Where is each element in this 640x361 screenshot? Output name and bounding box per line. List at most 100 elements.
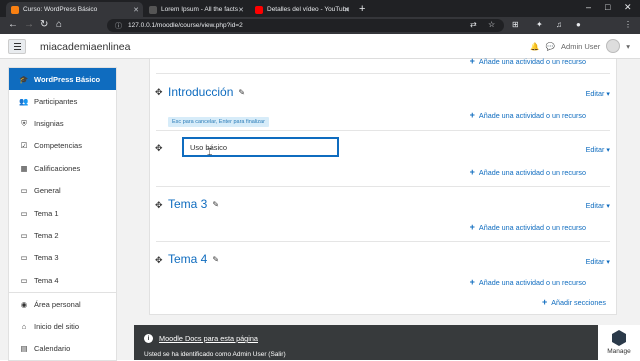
chevron-down-icon[interactable]: ▾ [626, 42, 630, 51]
translate-icon[interactable]: ⇄ [470, 20, 477, 29]
sidebar-item-label: Tema 1 [34, 208, 59, 218]
browser-menu-icon[interactable]: ⋮ [624, 20, 632, 29]
edit-menu-button[interactable]: Editar ▾ [586, 145, 610, 154]
section-name-input[interactable] [182, 137, 339, 157]
sidebar-item-participantes[interactable]: 👥 Participantes [9, 90, 116, 112]
extension-puzzle-icon[interactable]: ✦ [536, 20, 543, 29]
move-icon[interactable]: ✥ [155, 87, 163, 98]
edit-menu-button[interactable]: Editar ▾ [586, 89, 610, 98]
user-menu[interactable]: 🔔 💬 Admin User ▾ [530, 39, 630, 53]
site-info-icon[interactable]: ⓘ [115, 21, 122, 31]
sidebar-item-area-personal[interactable]: ◉ Área personal [9, 293, 116, 315]
plus-icon: + [469, 56, 475, 66]
sidebar-item-tema-1[interactable]: ▭ Tema 1 [9, 202, 116, 224]
back-icon[interactable]: ← [8, 19, 18, 30]
drawer-toggle-button[interactable] [8, 39, 26, 54]
home-icon: ⌂ [21, 322, 27, 332]
moodle-docs-label: Moodle Docs para esta página [159, 334, 258, 343]
edit-label: Editar [585, 145, 605, 154]
extensions-icon[interactable]: ⊞ [512, 20, 519, 29]
add-activity-link[interactable]: + Añade una actividad o un recurso [470, 56, 586, 66]
sidebar-item-insignias[interactable]: ⛨ Insignias [9, 112, 116, 134]
bookmark-star-icon[interactable]: ☆ [488, 20, 495, 29]
plus-icon: + [469, 277, 475, 287]
sidebar-item-label: Competencias [34, 141, 82, 151]
edit-menu-button[interactable]: Editar ▾ [586, 257, 610, 266]
sidebar-item-label: Tema 3 [34, 253, 59, 263]
user-name[interactable]: Admin User [561, 42, 600, 51]
users-icon: 👥 [19, 96, 29, 106]
sidebar-item-calificaciones[interactable]: ▦ Calificaciones [9, 157, 116, 179]
site-name[interactable]: miacademiaenlinea [40, 41, 130, 53]
plus-icon: + [469, 110, 475, 120]
sidebar-item-label: Insignias [34, 119, 64, 129]
bell-icon[interactable]: 🔔 [530, 42, 539, 51]
mouse-cursor-icon: ⌶ [207, 147, 213, 157]
messages-icon[interactable]: 💬 [546, 42, 555, 51]
media-icon[interactable]: ♫ [556, 20, 562, 29]
profile-icon[interactable]: ● [576, 20, 581, 29]
manage-widget[interactable]: Manage [598, 325, 640, 360]
folder-icon: ▭ [20, 231, 28, 241]
calendar-icon: ▤ [20, 344, 28, 354]
graduation-cap-icon: 🎓 [19, 74, 29, 84]
browser-tab-bar: Curso: WordPress Básico ✕ Lorem Ipsum - … [0, 0, 640, 17]
address-bar[interactable]: ⓘ 127.0.0.1/moodle/course/view.php?id=2 [107, 19, 504, 32]
plus-icon: + [541, 297, 548, 307]
folder-icon: ▭ [20, 275, 28, 285]
avatar[interactable] [606, 39, 621, 53]
check-square-icon: ☑ [20, 141, 28, 151]
section-title-text: Introducción [168, 85, 234, 99]
moodle-docs-link[interactable]: i Moodle Docs para esta página [144, 334, 258, 343]
sidebar-item-general[interactable]: ▭ General [9, 180, 116, 202]
sidebar-item-competencias[interactable]: ☑ Competencias [9, 135, 116, 157]
close-tab-icon[interactable]: ✕ [133, 6, 139, 14]
close-tab-icon[interactable]: ✕ [238, 6, 244, 14]
nav-drawer: 🎓 WordPress Básico 👥 Participantes ⛨ Ins… [0, 59, 134, 361]
course-nav-card: 🎓 WordPress Básico 👥 Participantes ⛨ Ins… [8, 67, 117, 293]
move-icon[interactable]: ✥ [155, 200, 163, 211]
tab-label: Curso: WordPress Básico [23, 6, 98, 13]
inline-edit-hint: Esc para cancelar, Enter para finalizar [168, 117, 269, 127]
close-tab-icon[interactable]: ✕ [344, 6, 350, 14]
new-tab-button[interactable]: + [359, 3, 365, 15]
maximize-window-icon[interactable]: □ [605, 2, 610, 12]
add-activity-link[interactable]: + Añade una actividad o un recurso [470, 277, 586, 287]
move-icon[interactable]: ✥ [155, 143, 163, 154]
browser-tab-moodle[interactable]: Curso: WordPress Básico ✕ [6, 2, 143, 17]
sidebar-item-tema-3[interactable]: ▭ Tema 3 [9, 247, 116, 269]
move-icon[interactable]: ✥ [155, 255, 163, 266]
add-activity-link[interactable]: + Añade una actividad o un recurso [470, 167, 586, 177]
pencil-icon[interactable]: ✎ [238, 88, 245, 97]
section-title-tema-4[interactable]: Tema 4 ✎ [168, 252, 219, 266]
edit-menu-button[interactable]: Editar ▾ [586, 201, 610, 210]
sidebar-item-inicio-del-sitio[interactable]: ⌂ Inicio del sitio [9, 315, 116, 337]
add-sections-button[interactable]: + Añadir secciones [542, 297, 606, 307]
minimize-window-icon[interactable]: – [586, 2, 591, 12]
sidebar-item-tema-2[interactable]: ▭ Tema 2 [9, 224, 116, 246]
sidebar-item-label: Inicio del sitio [34, 322, 80, 332]
pencil-icon[interactable]: ✎ [212, 255, 219, 264]
folder-icon: ▭ [20, 253, 28, 263]
section-title-tema-3[interactable]: Tema 3 ✎ [168, 197, 219, 211]
shield-icon: ⛨ [21, 118, 27, 128]
add-activity-link[interactable]: + Añade una actividad o un recurso [470, 222, 586, 232]
lorem-favicon-icon [149, 5, 157, 14]
home-icon[interactable]: ⌂ [56, 19, 62, 30]
page-footer: i Moodle Docs para esta página Usted se … [134, 325, 640, 360]
browser-tab-youtube[interactable]: Detalles del vídeo - YouTube St ✕ [250, 2, 354, 17]
sidebar-item-wordpress-basico[interactable]: 🎓 WordPress Básico [9, 68, 116, 90]
add-activity-label: Añade una actividad o un recurso [478, 110, 586, 120]
tachometer-icon: ◉ [20, 299, 28, 309]
sidebar-item-tema-4[interactable]: ▭ Tema 4 [9, 269, 116, 291]
section-title-introduccion[interactable]: Introducción ✎ [168, 85, 245, 99]
forward-icon[interactable]: → [24, 19, 34, 30]
add-activity-link[interactable]: + Añade una actividad o un recurso [470, 110, 586, 120]
add-activity-label: Añade una actividad o un recurso [478, 222, 586, 232]
sidebar-item-calendario[interactable]: ▤ Calendario [9, 338, 116, 360]
reload-icon[interactable]: ↻ [40, 19, 48, 30]
browser-tab-lorem[interactable]: Lorem Ipsum - All the facts - Li ✕ [144, 2, 248, 17]
main-region: + Añade una actividad o un recurso ✥ Int… [134, 56, 640, 325]
close-window-icon[interactable]: ✕ [624, 2, 632, 13]
pencil-icon[interactable]: ✎ [212, 200, 219, 209]
